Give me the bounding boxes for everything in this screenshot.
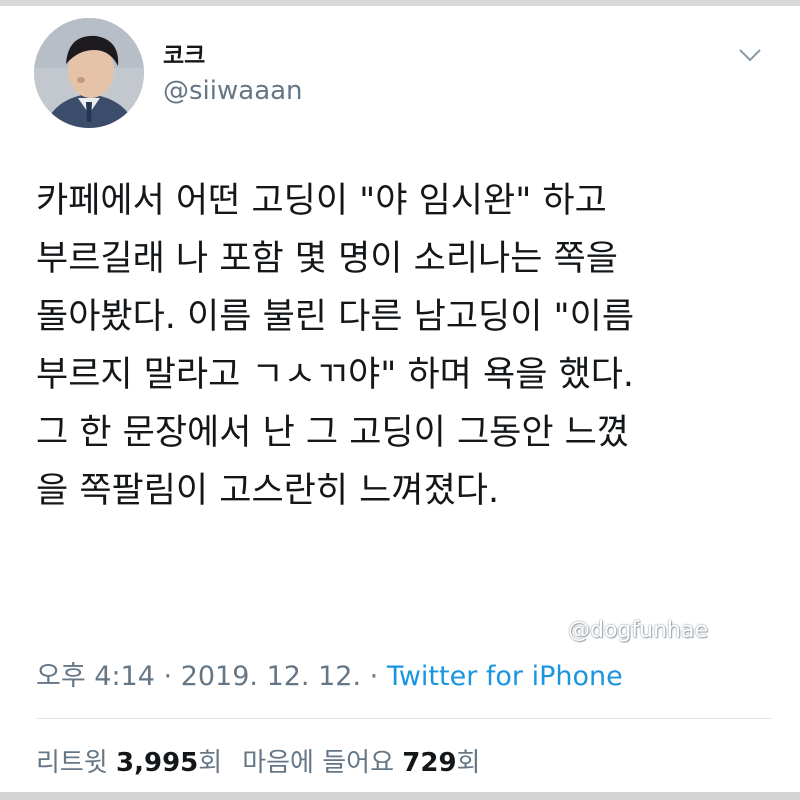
meta-separator: · xyxy=(163,661,173,692)
tweet-meta: 오후 4:14 · 2019. 12. 12. · Twitter for iP… xyxy=(36,654,623,693)
tweet-text-line: 돌아봤다. 이름 불린 다른 남고딩이 "이름 xyxy=(36,297,635,337)
chevron-down-icon[interactable] xyxy=(736,44,764,66)
top-border xyxy=(0,0,800,6)
tweet-source-link[interactable]: Twitter for iPhone xyxy=(387,661,623,692)
likes-count: 729 xyxy=(402,748,457,778)
tweet-date[interactable]: 2019. 12. 12. xyxy=(181,661,361,692)
profile-photo xyxy=(34,18,144,128)
tweet-time[interactable]: 오후 4:14 xyxy=(36,661,155,692)
retweets-count: 3,995 xyxy=(116,748,199,778)
display-name[interactable]: 코크 xyxy=(163,36,205,70)
retweets-label: 리트윗 xyxy=(36,748,108,778)
watermark: @dogfunhae xyxy=(568,618,708,643)
tweet-text-line: 카페에서 어떤 고딩이 "야 임시완" 하고 xyxy=(36,181,607,221)
avatar[interactable] xyxy=(34,18,144,128)
tweet-text-line: 부르지 말라고 ㄱㅅㄲ야" 하며 욕을 했다. xyxy=(36,355,635,395)
tweet-text: 카페에서 어떤 고딩이 "야 임시완" 하고 부르길래 나 포함 몇 명이 소리… xyxy=(36,172,776,520)
likes-stat[interactable]: 마음에 들어요 729회 xyxy=(242,748,480,778)
user-handle[interactable]: @siiwaaan xyxy=(163,76,303,106)
bottom-border xyxy=(0,792,800,800)
retweets-stat[interactable]: 리트윗 3,995회 xyxy=(36,748,222,778)
meta-separator: · xyxy=(369,661,379,692)
likes-label: 마음에 들어요 xyxy=(242,748,394,778)
tweet-text-line: 그 한 문장에서 난 그 고딩이 그동안 느꼈 xyxy=(36,413,630,453)
retweets-unit: 회 xyxy=(198,748,223,778)
divider xyxy=(36,718,772,719)
tweet-stats: 리트윗 3,995회 마음에 들어요 729회 xyxy=(36,742,480,779)
likes-unit: 회 xyxy=(456,748,481,778)
tweet-text-line: 부르길래 나 포함 몇 명이 소리나는 쪽을 xyxy=(36,239,618,279)
tweet-text-line: 을 쪽팔림이 고스란히 느껴졌다. xyxy=(36,471,500,511)
